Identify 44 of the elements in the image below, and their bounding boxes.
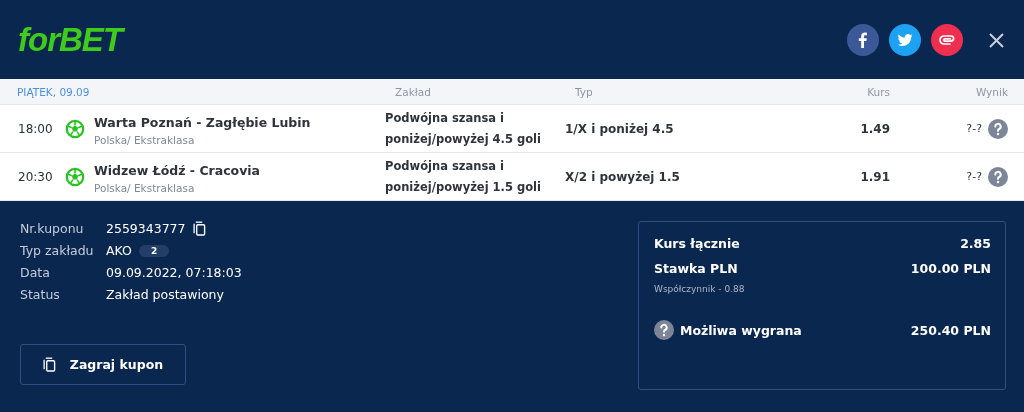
- bet-market: Podwójna szansa i poniżej/powyżej 4.5 goli: [385, 109, 542, 148]
- detail-label: Nr.kuponu: [20, 221, 85, 236]
- column-header: Typ: [574, 85, 594, 98]
- match-name: Warta Poznań - Zagłębie Lubin: [94, 114, 311, 130]
- result-score: ?-?: [966, 122, 982, 135]
- facebook-button[interactable]: [847, 23, 879, 56]
- bet-type: X/2 i powyżej 1.5: [565, 169, 681, 184]
- match-time: 20:30: [18, 169, 54, 184]
- bet-market: Podwójna szansa i poniżej/powyżej 1.5 goli: [385, 157, 542, 196]
- match-time: 18:00: [18, 121, 54, 136]
- detail-label: Status: [20, 287, 61, 302]
- league-name: Polska/ Ekstraklasa: [94, 181, 196, 194]
- column-header: Zakład: [394, 85, 432, 98]
- coefficient-text: Współczynnik - 0.88: [654, 284, 746, 294]
- date-heading: PIĄTEK, 09.09: [17, 85, 91, 98]
- summary-label: Kurs łącznie: [654, 236, 740, 251]
- copy-icon-small: [42, 357, 56, 372]
- replay-button[interactable]: Zagraj kupon: [20, 344, 186, 385]
- summary-value: 100.00 PLN: [910, 261, 991, 276]
- summary-value: 250.40 PLN: [910, 322, 991, 338]
- detail-value: Zakład postawiony: [106, 287, 224, 302]
- league-name: Polska/ Ekstraklasa: [94, 133, 196, 146]
- summary-label: Możliwa wygrana: [680, 322, 802, 338]
- match-name: Widzew Łódź - Cracovia: [94, 162, 261, 178]
- detail-label: Typ zakładu: [20, 243, 95, 258]
- twitter-button[interactable]: [889, 23, 921, 56]
- detail-value: 09.09.2022, 07:18:03: [106, 265, 242, 280]
- summary-value: 2.85: [960, 236, 991, 251]
- detail-value: AKO: [106, 243, 132, 258]
- summary-label: Stawka PLN: [654, 261, 738, 276]
- odds-value: 1.91: [859, 169, 890, 184]
- football-icon: [65, 166, 85, 187]
- detail-value: 2559343777: [106, 221, 186, 236]
- copy-icon[interactable]: [192, 221, 206, 236]
- odds-value: 1.49: [859, 121, 890, 136]
- column-header: Kurs: [866, 85, 890, 98]
- bet-type: 1/X i poniżej 4.5: [565, 121, 675, 136]
- help-icon[interactable]: [654, 320, 674, 340]
- count-badge: 2: [138, 244, 170, 257]
- column-header: Wynik: [974, 85, 1008, 98]
- football-icon: [65, 118, 85, 139]
- link-button[interactable]: [931, 23, 963, 56]
- detail-label: Data: [20, 265, 51, 280]
- result-score: ?-?: [966, 170, 982, 183]
